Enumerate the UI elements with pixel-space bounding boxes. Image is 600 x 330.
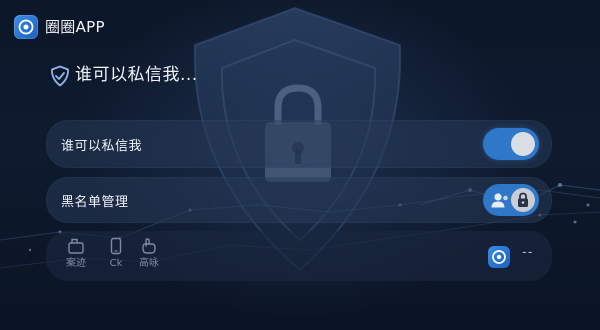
setting-row-private-message: 谁可以私信我	[46, 120, 552, 168]
box-icon	[68, 238, 84, 254]
shield-check-icon	[51, 65, 69, 87]
bottom-item-ck[interactable]: Ck	[98, 237, 134, 271]
blacklist-manage-button[interactable]	[483, 184, 539, 216]
bottom-item-label: 高咏	[139, 258, 159, 269]
user-icon	[491, 193, 508, 208]
hand-icon	[142, 238, 156, 254]
bottom-item-gaoyong[interactable]: 高咏	[131, 237, 167, 271]
lock-badge	[511, 188, 535, 212]
setting-row-blacklist[interactable]: 黑名单管理	[46, 177, 552, 223]
app-logo-icon	[14, 15, 38, 39]
lock-icon	[518, 192, 528, 207]
setting-label: 谁可以私信我	[61, 139, 143, 154]
bottom-item-label: Ck	[109, 258, 123, 269]
bottom-item-anji[interactable]: 案迹	[58, 237, 94, 271]
private-message-toggle[interactable]	[483, 128, 539, 160]
bottom-bar: 案迹 Ck 高咏 --	[46, 231, 552, 281]
toggle-knob	[511, 132, 535, 156]
app-title: 圈圈APP	[45, 18, 105, 36]
setting-label: 黑名单管理	[61, 195, 129, 210]
bottom-more-text: --	[522, 245, 534, 260]
app-logo-icon[interactable]	[488, 246, 510, 268]
bottom-item-label: 案迹	[66, 258, 86, 269]
page-title: 谁可以私信我...	[75, 65, 198, 85]
phone-icon	[110, 237, 122, 255]
